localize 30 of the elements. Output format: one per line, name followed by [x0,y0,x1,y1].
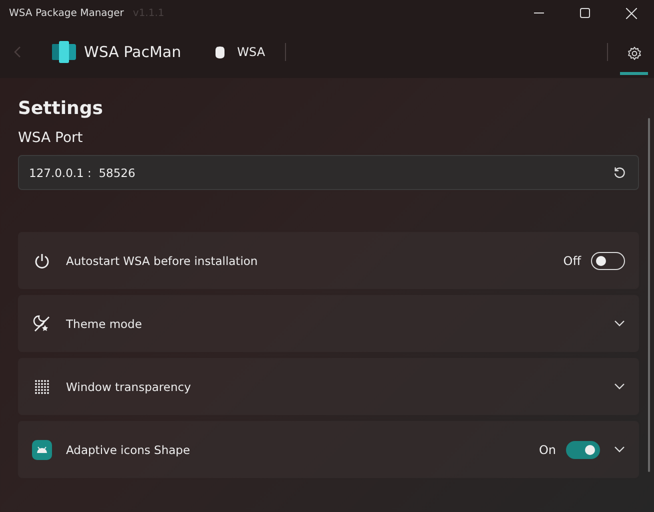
setting-card[interactable]: Window transparency [18,358,639,415]
app-logo-icon [52,41,76,63]
setting-card[interactable]: Autostart WSA before installation Off [18,232,639,289]
maximize-icon [580,8,590,18]
port-field[interactable]: 127.0.0.1 : 58526 [18,155,639,190]
setting-card[interactable]: Theme mode [18,295,639,352]
setting-label: Theme mode [66,316,142,330]
setting-card[interactable]: Adaptive icons Shape On [18,421,639,478]
scrollbar[interactable] [648,118,650,472]
toggle-state-label: On [538,442,556,456]
setting-label: Autostart WSA before installation [66,254,258,268]
android-icon [32,440,52,460]
robot-icon [215,46,226,58]
app-name: WSA PacMan [84,43,182,61]
setting-label: Adaptive icons Shape [66,442,190,456]
chevron-down-icon[interactable] [614,446,625,453]
theme-icon [32,315,52,332]
port-label: WSA Port [18,130,84,146]
reset-icon[interactable] [613,166,626,179]
toggle-switch[interactable] [566,440,600,458]
settings-icon [626,46,642,61]
dot-grid-icon [32,378,52,394]
setting-label: Window transparency [66,380,191,394]
window-title: WSA Package Manager [9,8,124,18]
toggle-state-label: Off [563,254,581,268]
nav-tab[interactable]: WSA [209,41,272,63]
page-title: Settings [18,98,104,119]
chevron-down-icon[interactable] [614,383,625,390]
close-icon [626,8,636,18]
chevron-down-icon[interactable] [614,320,625,327]
